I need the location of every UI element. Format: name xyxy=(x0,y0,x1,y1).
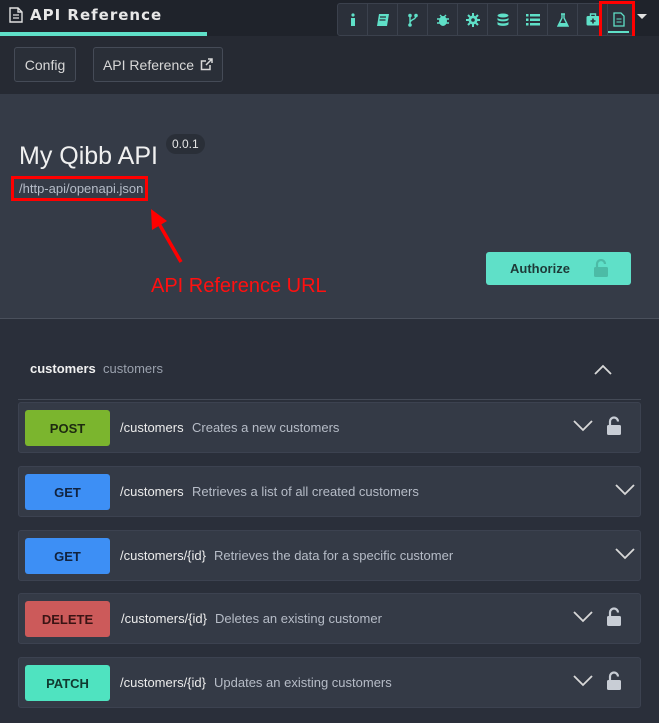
method-badge: GET xyxy=(25,474,110,510)
operation-path: /customers xyxy=(120,484,184,499)
chevron-down-icon[interactable] xyxy=(637,14,647,19)
authorize-label: Authorize xyxy=(510,261,570,276)
api-info: My Qibb API 0.0.1 /http-api/openapi.json… xyxy=(0,94,659,319)
chevron-down-icon[interactable] xyxy=(615,548,635,560)
chevron-down-icon[interactable] xyxy=(573,611,593,623)
api-reference-label: API Reference xyxy=(102,56,195,73)
operation-path: /customers xyxy=(120,420,184,435)
info-icon[interactable] xyxy=(338,4,367,35)
annotation-highlight-url xyxy=(11,176,148,201)
operation-path: /customers/{id} xyxy=(121,611,207,626)
config-label: Config xyxy=(24,56,66,73)
operation-delete-customer[interactable]: DELETE /customers/{id} Deletes an existi… xyxy=(18,593,641,644)
annotation-arrow-url xyxy=(151,209,183,263)
book-icon[interactable] xyxy=(368,4,397,35)
chevron-down-icon[interactable] xyxy=(573,675,593,687)
annotation-label: API Reference URL xyxy=(151,275,327,297)
operations-section: customers customers POST /customers Crea… xyxy=(0,319,659,723)
list-icon[interactable] xyxy=(518,4,547,35)
sub-navigation: Config API Reference xyxy=(0,36,659,94)
method-badge: DELETE xyxy=(25,601,110,637)
method-badge: POST xyxy=(25,410,110,446)
gear-icon[interactable] xyxy=(458,4,487,35)
operation-path: /customers/{id} xyxy=(120,548,206,563)
branch-icon[interactable] xyxy=(398,4,427,35)
external-link-icon xyxy=(200,58,213,71)
unlocked-icon xyxy=(593,259,609,278)
api-title: My Qibb API xyxy=(19,142,158,170)
lock-icon[interactable] xyxy=(606,607,622,627)
operation-path: /customers/{id} xyxy=(120,675,206,690)
toolbar xyxy=(337,3,635,36)
api-reference-link[interactable]: API Reference xyxy=(93,47,223,82)
page-title: API Reference xyxy=(30,6,163,24)
operation-post-customers[interactable]: POST /customers Creates a new customers xyxy=(18,402,641,453)
lock-icon[interactable] xyxy=(606,416,622,436)
document-icon xyxy=(9,7,23,23)
flask-icon[interactable] xyxy=(548,4,577,35)
operation-summary: Creates a new customers xyxy=(192,420,340,435)
operation-summary: Retrieves a list of all created customer… xyxy=(192,484,419,499)
chevron-down-icon[interactable] xyxy=(573,420,593,432)
operation-get-customer-by-id[interactable]: GET /customers/{id} Retrieves the data f… xyxy=(18,530,641,581)
method-badge: GET xyxy=(25,538,110,574)
tag-name: customers xyxy=(30,361,96,376)
operation-patch-customer[interactable]: PATCH /customers/{id} Updates an existin… xyxy=(18,657,641,708)
version-badge: 0.0.1 xyxy=(166,134,205,154)
tag-description: customers xyxy=(103,361,163,376)
method-badge: PATCH xyxy=(25,665,110,701)
lock-icon[interactable] xyxy=(606,671,622,691)
operation-summary: Deletes an existing customer xyxy=(215,611,382,626)
tag-header-customers[interactable]: customers customers xyxy=(18,347,641,400)
chevron-up-icon[interactable] xyxy=(594,364,612,375)
config-button[interactable]: Config xyxy=(14,47,76,82)
title-tab[interactable]: API Reference xyxy=(0,0,207,36)
operation-get-customers[interactable]: GET /customers Retrieves a list of all c… xyxy=(18,466,641,517)
bug-icon[interactable] xyxy=(428,4,457,35)
chevron-down-icon[interactable] xyxy=(615,484,635,496)
database-icon[interactable] xyxy=(488,4,517,35)
operation-summary: Updates an existing customers xyxy=(214,675,392,690)
annotation-highlight-toolbar xyxy=(599,1,635,41)
authorize-button[interactable]: Authorize xyxy=(486,252,631,285)
top-bar: API Reference xyxy=(0,0,659,36)
operation-summary: Retrieves the data for a specific custom… xyxy=(214,548,454,563)
